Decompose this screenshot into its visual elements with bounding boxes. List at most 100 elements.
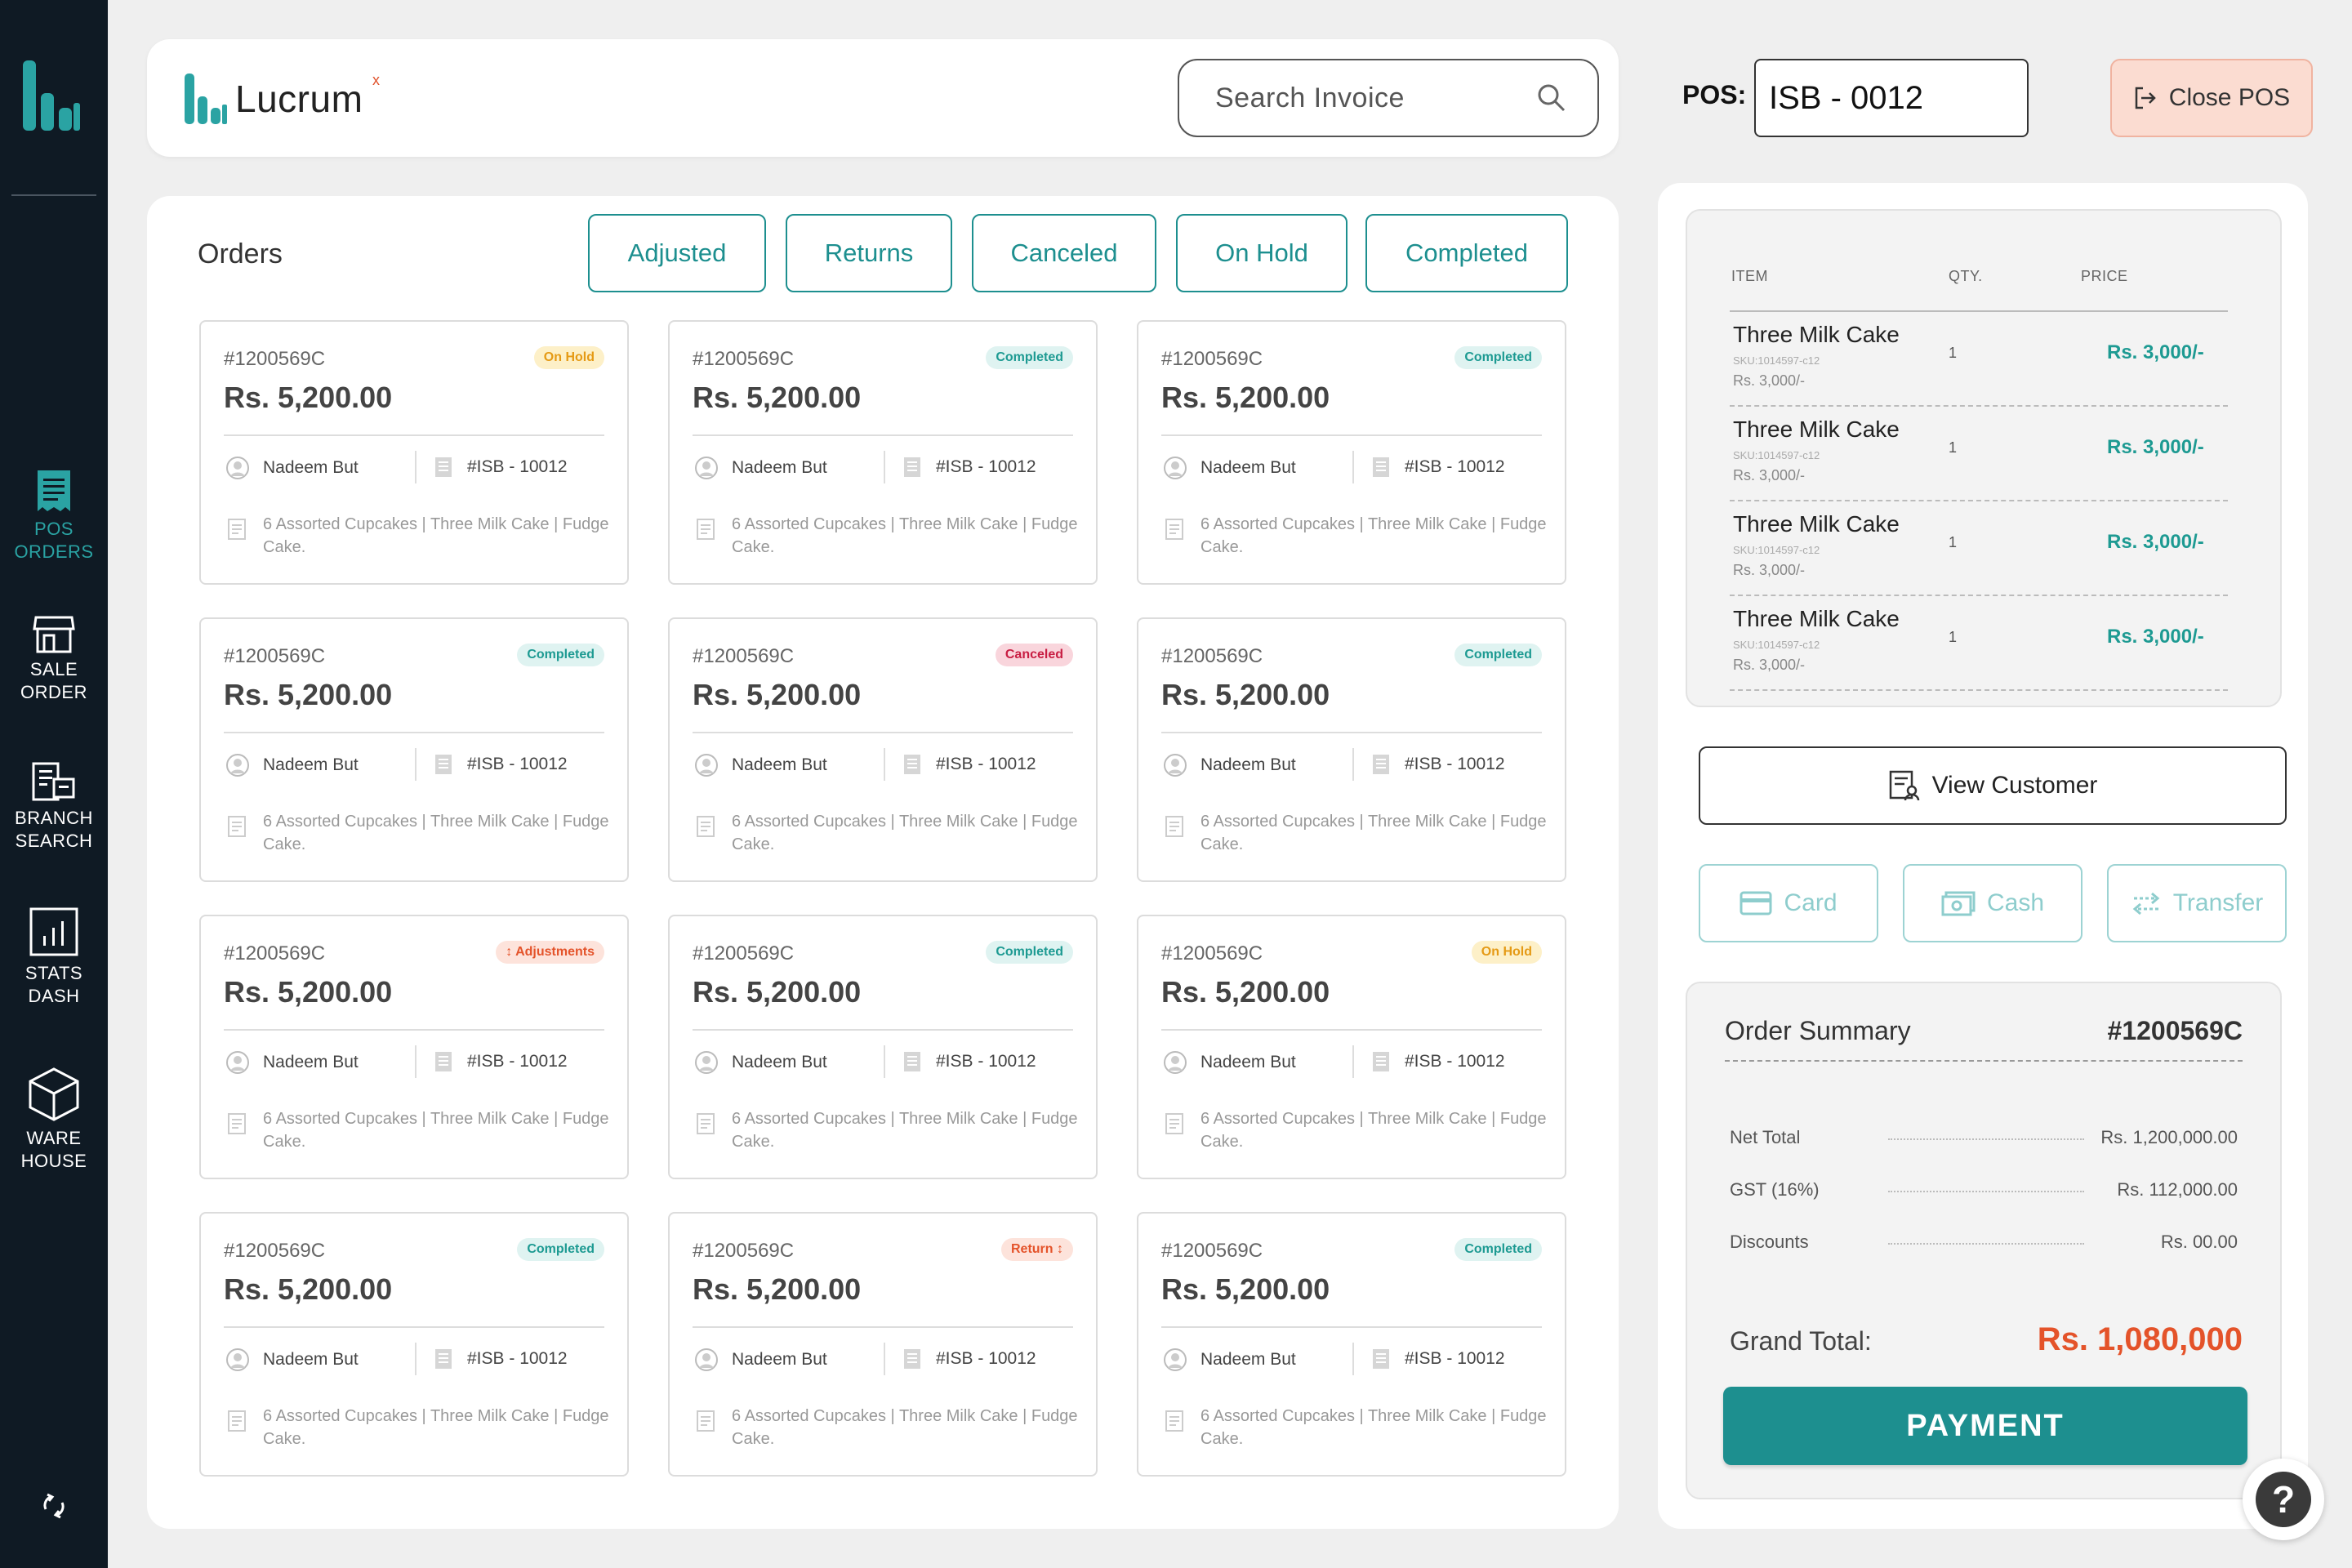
invoice-icon <box>1373 755 1389 774</box>
payment-card-button[interactable]: Card <box>1699 864 1878 942</box>
order-customer: Nadeem But <box>694 1050 827 1075</box>
order-card[interactable]: #1200569C Rs. 5,200.00 On Hold Nadeem But #I… <box>1137 915 1566 1179</box>
close-pos-button[interactable]: Close POS <box>2110 59 2313 137</box>
invoice-number: #ISB - 10012 <box>1405 1349 1505 1368</box>
order-card[interactable]: #1200569C Rs. 5,200.00 Completed Nadeem But… <box>199 1212 629 1477</box>
order-customer: Nadeem But <box>225 1348 359 1372</box>
card-divider <box>1161 434 1542 436</box>
orders-panel: Orders Adjusted Returns Canceled On Hold… <box>147 196 1619 1529</box>
order-items: 6 Assorted Cupcakes | Three Milk Cake | … <box>696 810 1080 856</box>
invoice-number: #ISB - 10012 <box>1405 457 1505 476</box>
order-id: #1200569C <box>224 942 326 964</box>
sidebar-item-label: DASH <box>28 986 80 1006</box>
card-vertical-divider <box>415 1343 416 1375</box>
order-invoice: #ISB - 10012 <box>1370 1050 1505 1073</box>
status-badge: Completed <box>986 941 1073 964</box>
cart-panel: ITEM QTY. PRICE Three Milk Cake SKU:10145… <box>1658 183 2308 1529</box>
card-vertical-divider <box>1352 1343 1354 1375</box>
order-items-text: 6 Assorted Cupcakes | Three Milk Cake | … <box>1200 813 1547 853</box>
order-items: 6 Assorted Cupcakes | Three Milk Cake | … <box>696 513 1080 559</box>
cart-item-price: Rs. 3,000/- <box>2107 626 2204 648</box>
order-card[interactable]: #1200569C Rs. 5,200.00 On Hold Nadeem But #I… <box>199 320 629 585</box>
card-divider <box>693 1326 1073 1328</box>
order-items-text: 6 Assorted Cupcakes | Three Milk Cake | … <box>263 1110 609 1151</box>
summary-label: Discounts <box>1730 1232 1809 1252</box>
order-card[interactable]: #1200569C Rs. 5,200.00 Return ↕ Nadeem But #… <box>668 1212 1098 1477</box>
filter-adjusted[interactable]: Adjusted <box>588 214 766 292</box>
order-customer: Nadeem But <box>1163 456 1296 480</box>
payment-button[interactable]: PAYMENT <box>1723 1387 2247 1465</box>
card-divider <box>693 1029 1073 1031</box>
filter-canceled[interactable]: Canceled <box>972 214 1156 292</box>
pos-field[interactable]: ISB - 0012 <box>1754 59 2029 137</box>
customer-name: Nadeem But <box>732 1053 827 1071</box>
help-button[interactable]: ? <box>2243 1459 2324 1540</box>
sidebar-item-pos-orders[interactable]: POS ORDERS <box>0 469 108 564</box>
sidebar-item-warehouse[interactable]: WARE HOUSE <box>0 1067 108 1173</box>
order-customer: Nadeem But <box>225 456 359 480</box>
cart-item-unit-price: Rs. 3,000/- <box>1733 467 1806 483</box>
search-input[interactable]: Search Invoice <box>1178 59 1599 137</box>
invoice-icon <box>1373 1349 1389 1369</box>
invoice-icon <box>904 755 920 774</box>
lucrum-logo-icon[interactable] <box>23 60 80 131</box>
payment-cash-button[interactable]: Cash <box>1903 864 2082 942</box>
invoice-number: #ISB - 10012 <box>936 1349 1036 1368</box>
sidebar-item-stats-dash[interactable]: STATS DASH <box>0 906 108 1008</box>
view-customer-button[interactable]: View Customer <box>1699 746 2287 825</box>
sidebar-item-label: POS <box>34 519 74 539</box>
filter-completed[interactable]: Completed <box>1365 214 1568 292</box>
order-card[interactable]: #1200569C Rs. 5,200.00 Completed Nadeem But… <box>1137 617 1566 882</box>
payment-transfer-button[interactable]: Transfer <box>2107 864 2287 942</box>
order-card[interactable]: #1200569C Rs. 5,200.00 Completed Nadeem But… <box>1137 1212 1566 1477</box>
cart-item-name: Three Milk Cake <box>1733 511 1900 537</box>
column-header-price: PRICE <box>2081 268 2128 284</box>
order-card[interactable]: #1200569C Rs. 5,200.00 Canceled Nadeem But #… <box>668 617 1098 882</box>
card-vertical-divider <box>884 1343 885 1375</box>
order-card[interactable]: #1200569C Rs. 5,200.00 Completed Nadeem But… <box>668 320 1098 585</box>
sidebar-item-label: HOUSE <box>20 1151 87 1171</box>
customer-name: Nadeem But <box>732 1350 827 1369</box>
sidebar-item-label: WARE <box>26 1128 82 1148</box>
receipt-icon <box>697 519 715 540</box>
receipt-icon <box>1165 816 1183 837</box>
order-items: 6 Assorted Cupcakes | Three Milk Cake | … <box>227 1405 611 1450</box>
search-icon[interactable] <box>1537 83 1566 113</box>
invoice-number: #ISB - 10012 <box>467 755 568 773</box>
receipt-icon <box>697 816 715 837</box>
receipt-icon <box>697 1113 715 1134</box>
cart-item-row[interactable]: Three Milk Cake SKU:1014597-c12 Rs. 3,000/… <box>1730 596 2228 691</box>
cart-item-row[interactable]: Three Milk Cake SKU:1014597-c12 Rs. 3,000/… <box>1730 501 2228 596</box>
card-vertical-divider <box>884 748 885 781</box>
order-card[interactable]: #1200569C Rs. 5,200.00 Completed Nadeem But… <box>668 915 1098 1179</box>
sync-icon[interactable] <box>39 1491 69 1521</box>
cart-item-row[interactable]: Three Milk Cake SKU:1014597-c12 Rs. 3,000/… <box>1730 312 2228 407</box>
payment-transfer-label: Transfer <box>2172 889 2264 916</box>
customer-name: Nadeem But <box>263 1350 359 1369</box>
order-card[interactable]: #1200569C Rs. 5,200.00 Completed Nadeem But… <box>1137 320 1566 585</box>
sidebar-item-branch-search[interactable]: BRANCH SEARCH <box>0 761 108 853</box>
sidebar-item-sale-order[interactable]: SALE ORDER <box>0 614 108 704</box>
order-id: #1200569C <box>224 1240 326 1262</box>
filter-on-hold[interactable]: On Hold <box>1176 214 1348 292</box>
order-items: 6 Assorted Cupcakes | Three Milk Cake | … <box>227 513 611 559</box>
user-icon <box>1164 457 1187 479</box>
cart-items-list[interactable]: ITEM QTY. PRICE Three Milk Cake SKU:10145… <box>1686 209 2282 707</box>
order-items-text: 6 Assorted Cupcakes | Three Milk Cake | … <box>1200 515 1547 556</box>
order-card[interactable]: #1200569C Rs. 5,200.00 Completed Nadeem But… <box>199 617 629 882</box>
box-icon <box>29 1067 79 1121</box>
order-invoice: #ISB - 10012 <box>902 1050 1036 1073</box>
order-card[interactable]: #1200569C Rs. 5,200.00 ↕ Adjustments Nadeem… <box>199 915 629 1179</box>
cart-item-row[interactable]: Three Milk Cake SKU:1014597-c12 Rs. 3,000/… <box>1730 407 2228 501</box>
order-customer: Nadeem But <box>225 1050 359 1075</box>
sidebar: POS ORDERS SALE ORDER BRANCH SEARCH STAT… <box>0 0 108 1568</box>
filter-returns[interactable]: Returns <box>786 214 952 292</box>
receipt-icon <box>228 1410 246 1432</box>
order-customer: Nadeem But <box>694 1348 827 1372</box>
order-id: #1200569C <box>693 942 795 964</box>
status-badge: Return ↕ <box>1001 1238 1073 1261</box>
orders-title: Orders <box>198 238 283 270</box>
order-amount: Rs. 5,200.00 <box>224 975 393 1009</box>
invoice-number: #ISB - 10012 <box>467 1052 568 1071</box>
cash-icon <box>1941 891 1976 916</box>
